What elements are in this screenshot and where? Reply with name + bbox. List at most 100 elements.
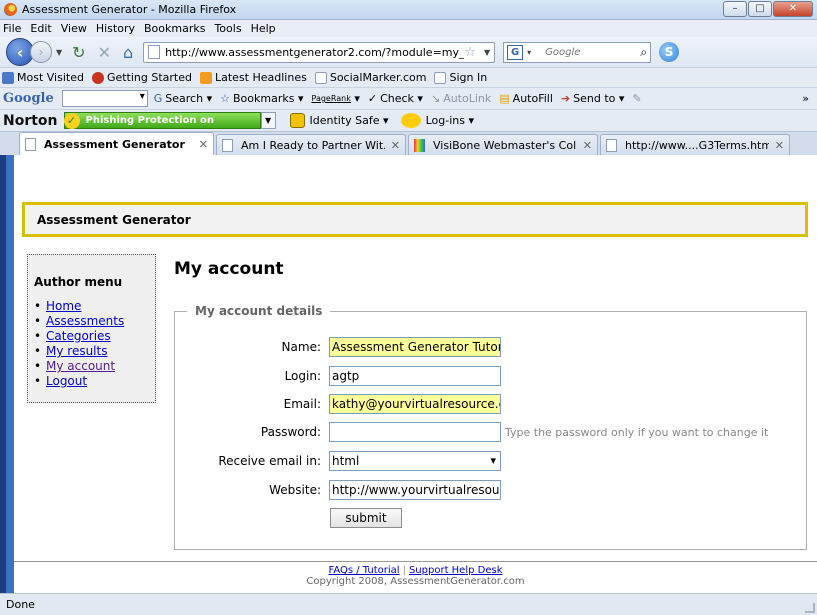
author-menu-item-my-results: My results [34,344,149,359]
menu-bar: File Edit View History Bookmarks Tools H… [0,20,817,37]
google-logo[interactable]: Google [3,91,54,106]
email-field[interactable]: kathy@yourvirtualresource.cc [329,394,501,414]
history-dropdown-icon[interactable]: ▼ [56,48,62,57]
send-to-button[interactable]: ➔ Send to ▾ [561,92,625,105]
norton-toolbar: Norton ✓ Phishing Protection on ▼ Identi… [0,109,817,131]
log-ins-button[interactable]: Log-ins ▾ [400,113,474,128]
window-title: Assessment Generator - Mozilla Firefox [22,3,237,16]
copyright-text: Copyright 2008, AssessmentGenerator.com [306,576,525,587]
google-search-label: Search [165,92,204,105]
home-icon[interactable]: ⌂ [123,43,133,62]
resize-grip-icon[interactable] [805,603,815,613]
google-g-icon: G [153,92,163,105]
search-icon[interactable]: ⌕ [640,45,647,60]
stop-icon[interactable]: ✕ [98,43,111,62]
logout-link[interactable]: Logout [46,374,87,388]
fieldset-legend: My account details [187,304,331,318]
reload-icon[interactable]: ↻ [72,43,85,62]
login-field[interactable]: agtp [329,366,501,386]
author-menu-item-logout: Logout [34,374,149,389]
autofill-button[interactable]: ▤ AutoFill [499,92,553,105]
skype-icon[interactable]: S [659,42,680,62]
pagerank-indicator[interactable]: PageRank ▾ [311,92,359,105]
bookmark-latest-headlines[interactable]: Latest Headlines [200,71,307,84]
phishing-dropdown-icon[interactable]: ▼ [260,112,276,129]
checkmark-icon: ✓ [63,112,80,129]
menu-file[interactable]: File [3,22,21,35]
tab-visibone[interactable]: VisiBone Webmaster's Col... ✕ [408,134,598,155]
tab-assessment-generator[interactable]: Assessment Generator ✕ [19,132,214,155]
bookmark-getting-started[interactable]: Getting Started [91,71,192,84]
url-dropdown-icon[interactable]: ▼ [484,48,490,57]
autolink-button[interactable]: ↘ AutoLink [431,92,491,105]
status-text: Done [6,598,35,611]
menu-help[interactable]: Help [251,22,276,35]
search-bar[interactable]: G ▾ Google ⌕ [503,41,652,63]
tab-partner[interactable]: Am I Ready to Partner Wit... ✕ [216,134,406,155]
home-link[interactable]: Home [46,299,81,313]
page-icon [434,71,447,84]
google-engine-icon[interactable]: G [507,44,524,60]
spellcheck-icon: ✓ [367,92,378,105]
faq-tutorial-link[interactable]: FAQs / Tutorial [329,565,400,576]
url-bar[interactable]: http://www.assessmentgenerator2.com/?mod… [143,41,496,63]
bookmark-most-visited[interactable]: Most Visited [2,71,84,84]
maximize-button[interactable]: □ [748,1,772,17]
toolbar-overflow-icon[interactable]: » [802,92,809,105]
bookmark-sign-in[interactable]: Sign In [434,71,487,84]
tab-label: VisiBone Webmaster's Col... [433,138,577,152]
menu-tools[interactable]: Tools [214,22,241,35]
close-tab-icon[interactable]: ✕ [199,138,208,151]
bookmark-label: Latest Headlines [215,71,307,84]
google-bookmarks-button[interactable]: ☆ Bookmarks ▾ [220,92,303,105]
identity-safe-button[interactable]: Identity Safe ▾ [289,113,389,128]
minimize-button[interactable]: – [723,1,747,17]
tab-label: Am I Ready to Partner Wit... [241,138,385,152]
submit-button[interactable]: submit [330,508,402,528]
spell-check-button[interactable]: ✓ Check ▾ [368,92,423,105]
support-help-desk-link[interactable]: Support Help Desk [409,565,503,576]
tab-label: Assessment Generator [44,137,185,151]
close-tab-icon[interactable]: ✕ [775,139,784,152]
wrench-icon[interactable]: ✎ [632,92,641,105]
close-window-button[interactable]: ✕ [773,1,813,17]
forward-button[interactable]: › [30,41,52,63]
menu-history[interactable]: History [96,22,135,35]
page-icon [314,71,327,84]
website-field[interactable]: http://www.yourvirtualresource [329,480,501,500]
phishing-protection-status[interactable]: ✓ Phishing Protection on [63,112,261,129]
log-ins-icon [400,113,421,128]
url-text[interactable]: http://www.assessmentgenerator2.com/?mod… [165,46,464,59]
menu-bookmarks[interactable]: Bookmarks [144,22,205,35]
menu-edit[interactable]: Edit [30,22,51,35]
website-label: Website: [269,483,321,497]
name-field[interactable]: Assessment Generator Tutori [329,337,501,357]
phishing-label: Phishing Protection on [85,115,214,126]
password-field[interactable] [329,422,501,442]
assessments-link[interactable]: Assessments [46,314,124,328]
categories-link[interactable]: Categories [46,329,111,343]
bookmark-socialmarker[interactable]: SocialMarker.com [314,71,426,84]
close-tab-icon[interactable]: ✕ [391,139,400,152]
footer-separator: | [402,565,406,576]
google-search-button[interactable]: G Search ▾ [154,92,212,105]
receive-email-select[interactable]: html [329,451,501,471]
search-input[interactable]: Google [545,47,640,58]
menu-view[interactable]: View [61,22,87,35]
page-title: My account [174,259,284,279]
google-search-input[interactable] [61,90,148,107]
navigation-toolbar: ‹ › ▼ ↻ ✕ ⌂ http://www.assessmentgenerat… [0,37,817,67]
footer-divider [14,561,817,562]
tab-g3terms[interactable]: http://www....G3Terms.htm ✕ [600,134,790,155]
bookmark-star-icon[interactable]: ☆ [464,45,476,60]
email-row: Email: kathy@yourvirtualresource.cc [175,394,808,414]
my-results-link[interactable]: My results [46,344,107,358]
most-visited-icon [2,71,14,84]
my-account-link[interactable]: My account [46,359,115,373]
close-tab-icon[interactable]: ✕ [583,139,592,152]
password-label: Password: [260,425,321,439]
engine-dropdown-icon[interactable]: ▾ [527,48,531,57]
status-bar: Done [0,593,817,615]
password-row: Password: Type the password only if you … [175,422,808,442]
website-row: Website: http://www.yourvirtualresource [175,480,808,500]
